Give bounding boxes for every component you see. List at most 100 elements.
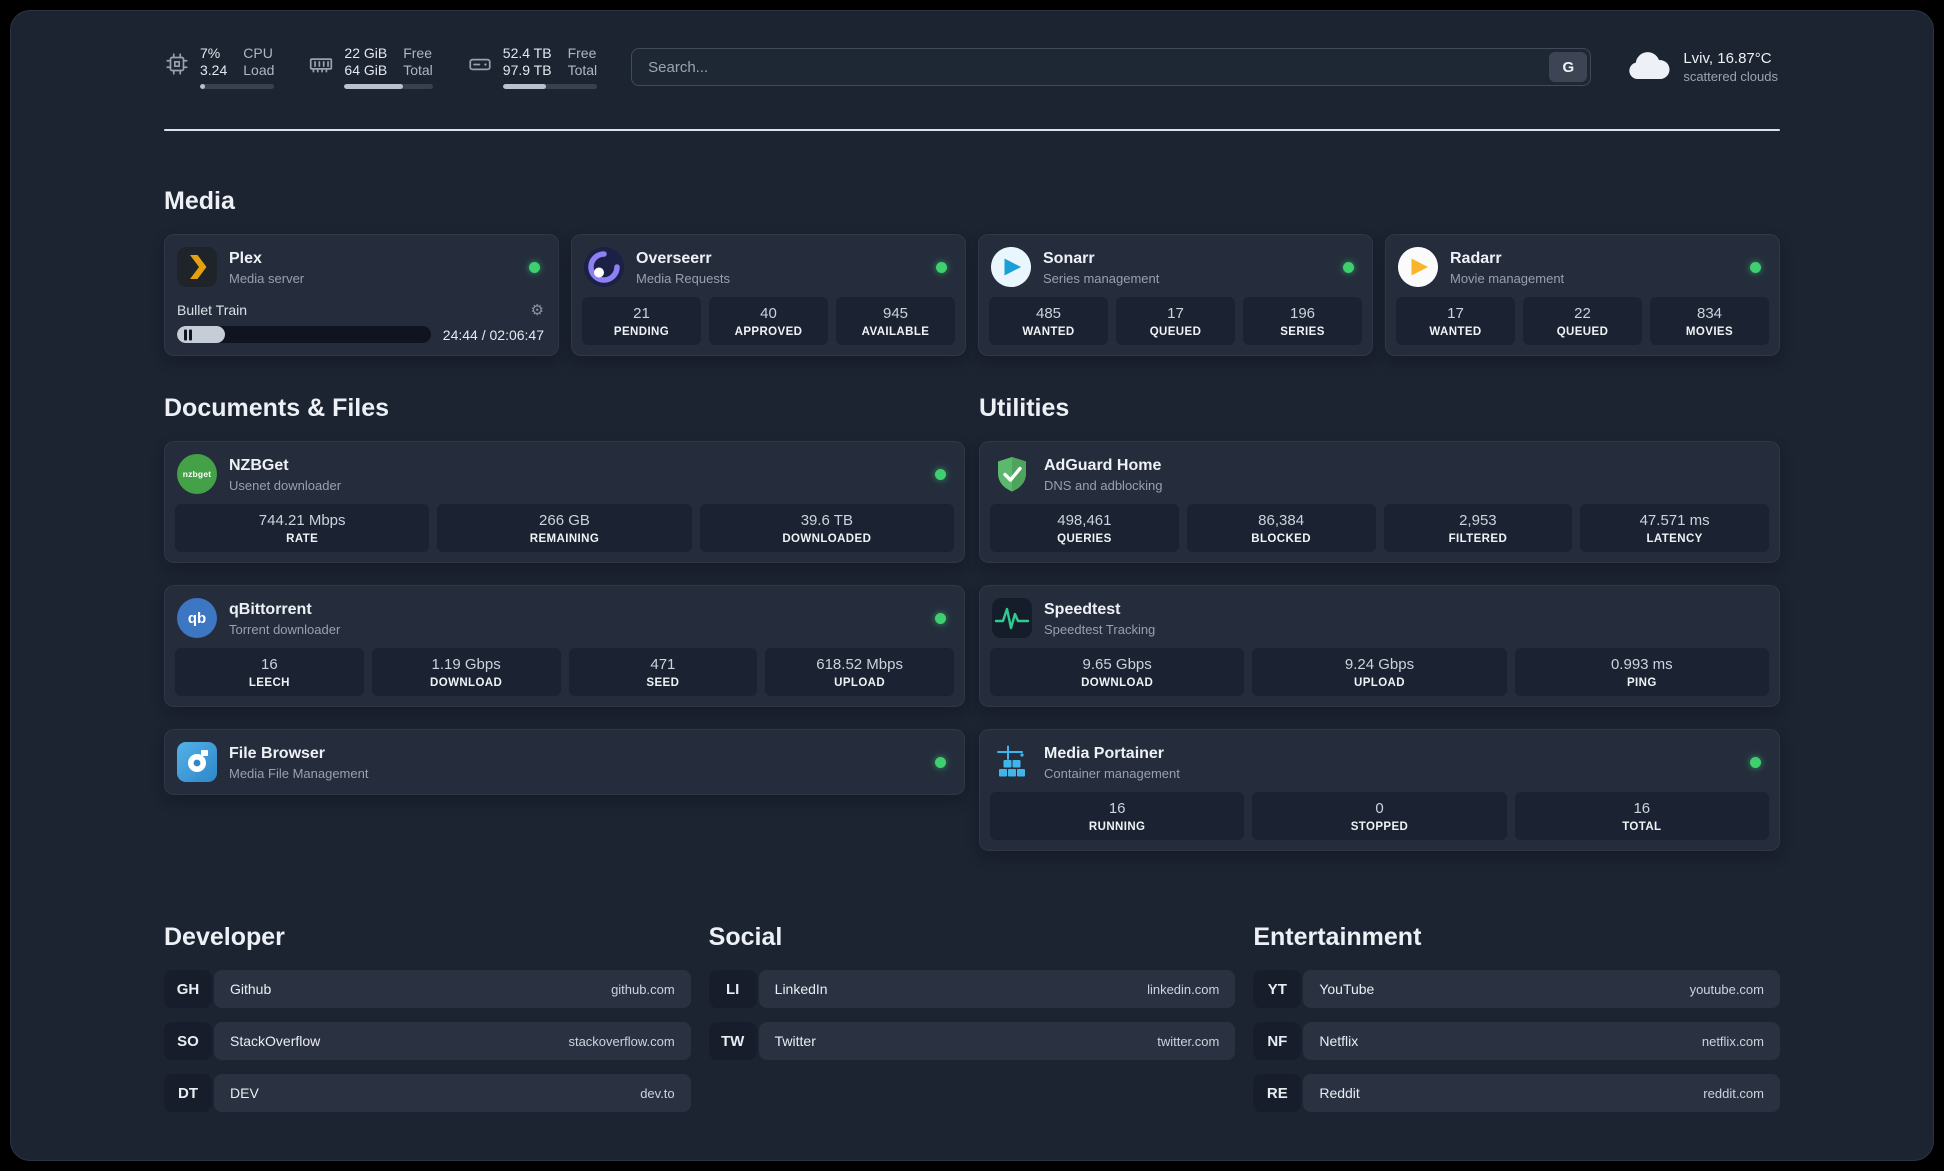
bookmark-twitter[interactable]: TW Twitter twitter.com (708, 1022, 1236, 1060)
stat-value: 834 (1696, 305, 1723, 322)
status-dot (936, 261, 947, 273)
bookmark-stackoverflow[interactable]: SO StackOverflow stackoverflow.com (164, 1022, 691, 1060)
stat-label: TOTAL (1622, 821, 1662, 833)
stat-value: 1.19 Gbps (431, 656, 501, 673)
stat-value: 40 (760, 305, 777, 322)
stat-tile: 834 MOVIES (1650, 297, 1769, 345)
service-desc: DNS and adblocking (1044, 477, 1163, 493)
cpu-icon (164, 45, 190, 77)
stat-tile: 17 WANTED (1396, 297, 1515, 345)
radarr-icon[interactable] (1398, 247, 1438, 287)
service-name[interactable]: AdGuard Home (1044, 456, 1163, 476)
stat-label: FILTERED (1448, 533, 1508, 545)
stat-value: 17 (1447, 305, 1464, 322)
stat-label: UPLOAD (834, 677, 886, 689)
cpu-progress-bar (200, 84, 275, 89)
bookmark-url: dev.to (640, 1085, 675, 1101)
service-name[interactable]: Plex (229, 249, 304, 269)
filebrowser-icon[interactable] (177, 742, 217, 782)
bookmark-name: Github (230, 981, 272, 997)
service-name[interactable]: File Browser (229, 744, 368, 764)
stat-label: AVAILABLE (861, 326, 930, 338)
service-name[interactable]: Overseerr (636, 249, 730, 269)
service-desc: Media Requests (636, 270, 730, 286)
cpu-percent: 7% (200, 45, 221, 61)
stat-tile: 471 SEED (568, 648, 758, 696)
stat-label: RATE (286, 533, 319, 545)
gear-icon[interactable]: ⚙ (531, 303, 544, 318)
search-provider-button[interactable]: G (1549, 52, 1588, 82)
bookmark-dev[interactable]: DT DEV dev.to (164, 1074, 691, 1112)
header-divider (164, 129, 1780, 131)
disk-total-value: 97.9 TB (502, 62, 552, 78)
service-desc: Media File Management (229, 765, 369, 781)
stat-label: SERIES (1280, 326, 1325, 338)
playback-progress-bar[interactable] (177, 326, 431, 343)
qbittorrent-icon[interactable]: qb (177, 598, 217, 638)
bookmark-name: StackOverflow (230, 1033, 321, 1049)
stat-tile: 16 TOTAL (1514, 792, 1769, 840)
stat-value: 17 (1167, 305, 1184, 322)
stat-tile: 2,953 FILTERED (1383, 504, 1573, 552)
service-name[interactable]: NZBGet (229, 456, 341, 476)
stat-tile: 40 APPROVED (709, 297, 828, 345)
service-card-speedtest: Speedtest Speedtest Tracking 9.65 Gbps D… (979, 585, 1780, 707)
weather-widget[interactable]: Lviv, 16.87°C scattered clouds (1625, 49, 1780, 86)
stat-tile: 17 QUEUED (1116, 297, 1235, 345)
stat-label: BLOCKED (1251, 533, 1311, 545)
plex-icon[interactable] (177, 247, 217, 287)
service-name[interactable]: qBittorrent (229, 600, 340, 620)
status-dot (1750, 261, 1761, 273)
search-input[interactable] (631, 48, 1592, 86)
status-dot (529, 261, 540, 273)
pause-icon[interactable] (183, 329, 193, 340)
stat-tile: 0 STOPPED (1252, 792, 1507, 840)
bookmark-abbr: YT (1253, 970, 1302, 1008)
speedtest-icon[interactable] (992, 598, 1032, 638)
stat-tile: 9.65 Gbps DOWNLOAD (990, 648, 1245, 696)
section-documents: Documents & Files nzbget NZBGet Usenet d… (164, 394, 965, 851)
nzbget-icon[interactable]: nzbget (177, 454, 217, 494)
memory-icon (308, 45, 334, 77)
service-name[interactable]: Sonarr (1043, 249, 1159, 269)
section-title-utilities: Utilities (979, 394, 1070, 422)
status-dot (935, 756, 946, 768)
adguard-icon[interactable] (992, 454, 1032, 494)
stat-label: WANTED (1022, 326, 1075, 338)
stat-label: DOWNLOADED (782, 533, 872, 545)
service-desc: Torrent downloader (229, 621, 341, 637)
stat-tile: 47.571 ms LATENCY (1580, 504, 1769, 552)
stat-value: 471 (650, 656, 676, 673)
service-card-filebrowser: File Browser Media File Management (164, 729, 965, 795)
stat-value: 39.6 TB (800, 512, 853, 529)
stat-value: 9.65 Gbps (1082, 656, 1152, 673)
bookmark-github[interactable]: GH Github github.com (164, 970, 691, 1008)
service-card-radarr: Radarr Movie management 17 WANTED 22 QUE… (1385, 234, 1780, 356)
sonarr-icon[interactable] (991, 247, 1031, 287)
bookmark-youtube[interactable]: YT YouTube youtube.com (1253, 970, 1780, 1008)
stat-tile: 9.24 Gbps UPLOAD (1252, 648, 1507, 696)
stat-label: QUEUED (1149, 326, 1202, 338)
playback-time: 24:44 / 02:06:47 (442, 326, 544, 343)
stat-label: WANTED (1429, 326, 1482, 338)
bookmark-linkedin[interactable]: LI LinkedIn linkedin.com (708, 970, 1236, 1008)
section-title-documents: Documents & Files (164, 394, 390, 422)
bookmark-netflix[interactable]: NF Netflix netflix.com (1253, 1022, 1780, 1060)
service-name[interactable]: Radarr (1450, 249, 1564, 269)
service-name[interactable]: Speedtest (1044, 600, 1155, 620)
service-name[interactable]: Media Portainer (1044, 744, 1180, 764)
memory-widget: 22 GiB 64 GiB Free Total (308, 45, 433, 89)
portainer-icon[interactable] (992, 742, 1032, 782)
stat-value: 0 (1375, 800, 1384, 817)
bookmark-reddit[interactable]: RE Reddit reddit.com (1253, 1074, 1780, 1112)
stat-label: PING (1626, 677, 1657, 689)
stat-value: 9.24 Gbps (1344, 656, 1415, 673)
service-desc: Speedtest Tracking (1044, 621, 1156, 637)
stat-value: 2,953 (1459, 512, 1497, 529)
overseerr-icon[interactable] (584, 247, 624, 287)
service-card-portainer: Media Portainer Container management 16 … (979, 729, 1780, 851)
section-media: Media Plex Media server Bullet Train ⚙ 2… (164, 187, 1780, 356)
disk-label-1: Free (567, 45, 597, 61)
bookmarks-social: Social LI LinkedIn linkedin.com TW Twitt… (708, 923, 1236, 1112)
stat-tile: 266 GB REMAINING (437, 504, 692, 552)
